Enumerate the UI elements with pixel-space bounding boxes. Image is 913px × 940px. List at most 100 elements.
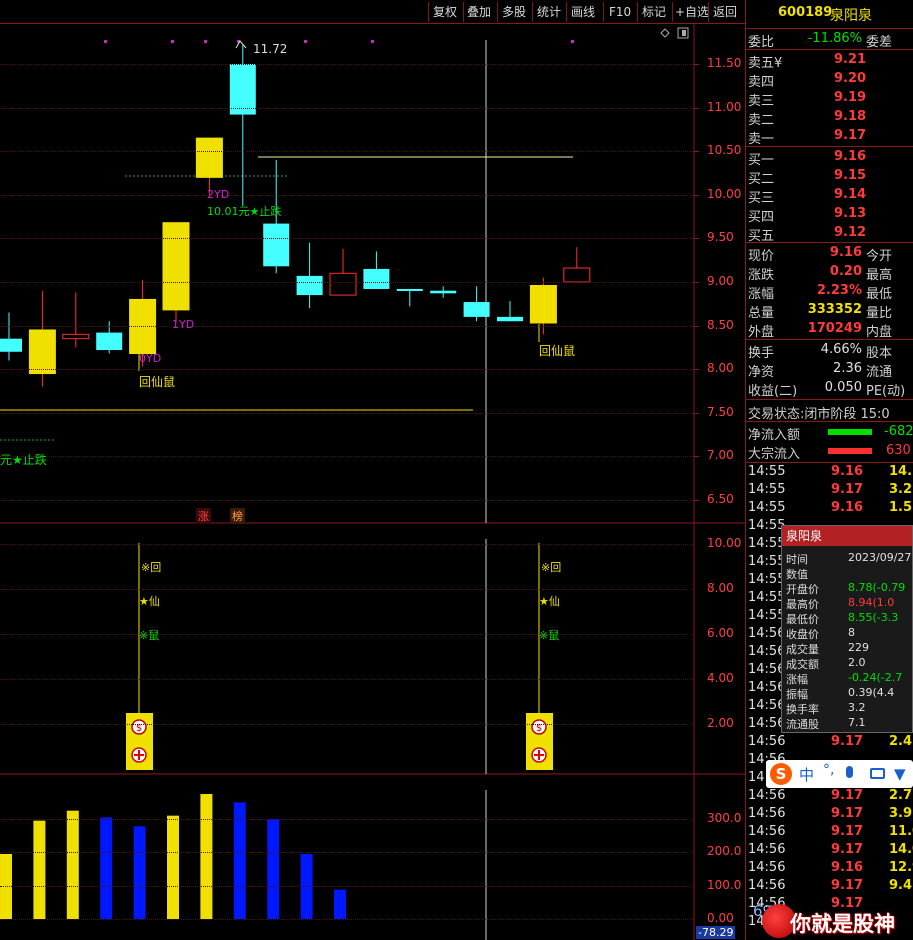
bid-row: 买五 9.12	[746, 224, 913, 244]
quote-value: 9.16	[829, 245, 862, 260]
add-watchlist-button[interactable]: +自选	[675, 3, 709, 21]
tick-price: 9.17	[831, 482, 864, 497]
candle[interactable]	[0, 312, 22, 361]
indicator-tick-label: 8.00	[707, 581, 734, 595]
tick-volume: 2.7	[889, 788, 913, 803]
diamond-icon[interactable]	[660, 28, 670, 38]
volume-bar	[133, 826, 146, 919]
candle[interactable]	[363, 251, 390, 289]
draw-line-button[interactable]: 画线	[571, 3, 595, 21]
overlay-button[interactable]: 叠加	[467, 3, 491, 21]
candle[interactable]	[563, 247, 591, 283]
quote-row: 现价 9.16 今开	[746, 244, 913, 264]
volume-bar	[200, 794, 213, 919]
statistics-button[interactable]: 统计	[537, 3, 561, 21]
ask-label: 卖二	[748, 113, 775, 128]
tick-row[interactable]: 14:56 9.17 2.4	[746, 734, 913, 752]
restore-rights-button[interactable]: 复权	[433, 3, 457, 21]
multi-stock-button[interactable]: 多股	[502, 3, 526, 21]
tick-row[interactable]: 14:55 9.16 14.2	[746, 464, 913, 482]
candle[interactable]	[229, 44, 256, 207]
candle[interactable]	[28, 290, 56, 387]
tick-time: 14:56	[748, 698, 786, 713]
f10-button[interactable]: F10	[609, 3, 631, 21]
grid-line	[0, 544, 694, 545]
quote-right-label: 今开	[866, 249, 893, 264]
grid-line	[0, 369, 694, 371]
toolbar-separator	[708, 2, 709, 22]
stat-value: 0.050	[824, 380, 862, 395]
candle[interactable]	[430, 286, 457, 298]
tick-time: 14:56	[748, 734, 786, 749]
block-inflow-bar	[828, 448, 872, 454]
ask-label: 卖五¥	[748, 56, 783, 71]
tick-row[interactable]: 14:56 9.16 12.9	[746, 860, 913, 878]
tick-time: 14:56	[748, 788, 786, 803]
popup-label: 振幅	[786, 688, 808, 701]
tick-time: 14:55	[748, 608, 786, 623]
grid-line	[0, 918, 694, 920]
block-inflow-label: 大宗流入	[748, 447, 801, 462]
indicator-tick-label: 4.00	[707, 671, 734, 685]
popup-label: 时间	[786, 553, 808, 566]
tick-row[interactable]: 14:56 9.17 2.7	[746, 788, 913, 806]
signal-hui-2: ※回	[541, 561, 562, 574]
tick-row[interactable]: 14:56 9.17 11.0	[746, 824, 913, 842]
bid-row: 买三 9.14	[746, 186, 913, 206]
kline-chart-area[interactable]: $ $ 11.50 11.00 10.50 10.00 9.50 9.00 8.50 8.00…	[0, 24, 745, 940]
sogou-logo-icon[interactable]: S	[770, 763, 792, 785]
volume-bar	[267, 819, 280, 919]
back-button[interactable]: 返回	[713, 3, 737, 21]
block-inflow-value: 630	[886, 443, 911, 458]
divider	[746, 399, 913, 400]
price-tick-label: 8.00	[707, 361, 734, 376]
panel-toggle-icon[interactable]	[677, 27, 689, 39]
stat-row: 换手 4.66% 股本	[746, 341, 913, 361]
tick-row[interactable]: 14:55 9.17 3.2	[746, 482, 913, 500]
quote-right-label: 内盘	[866, 325, 893, 340]
stat-label: 换手	[748, 346, 775, 361]
popup-value: 8	[848, 626, 855, 639]
grid-line	[0, 634, 694, 635]
quote-label: 涨幅	[748, 287, 775, 302]
punctuation-icon[interactable]: °,	[823, 762, 834, 778]
candle[interactable]	[62, 292, 90, 348]
price-tick-label: 10.50	[707, 143, 742, 158]
toolbar-separator	[637, 2, 638, 22]
money-signal-box-1[interactable]: $	[126, 713, 153, 770]
candle[interactable]	[195, 137, 223, 195]
indicator-tick-label: 2.00	[707, 716, 734, 730]
weibi-label: 委比	[748, 35, 775, 50]
tick-row[interactable]: 14:56 9.17 14.0	[746, 842, 913, 860]
tick-row[interactable]: 14:56 9.17 9.4	[746, 878, 913, 896]
trade-status-row: 交易状态:闭市阶段 15:0	[746, 402, 913, 422]
tick-time: 14:56	[748, 860, 786, 875]
skin-icon[interactable]: ▼	[894, 765, 906, 783]
grid-line	[0, 852, 694, 854]
money-signal-box-2[interactable]: $	[526, 713, 553, 770]
mark-button[interactable]: 标记	[642, 3, 666, 21]
microphone-icon[interactable]	[846, 766, 853, 778]
tick-row[interactable]: 14:55 9.16 1.5	[746, 500, 913, 518]
candle[interactable]	[396, 288, 423, 307]
ime-mode-button[interactable]: 中	[799, 764, 814, 785]
volume-bar	[167, 815, 179, 919]
kline-chart-svg[interactable]: $ $	[0, 24, 745, 940]
signal-xian-1: ★仙	[139, 595, 160, 608]
tick-row[interactable]: 14:56 9.17 3.9	[746, 806, 913, 824]
popup-label: 开盘价	[786, 583, 819, 596]
keyboard-icon[interactable]	[870, 768, 885, 779]
price-tick-label: 9.00	[707, 274, 734, 288]
candle[interactable]	[497, 301, 523, 322]
net-inflow-row: 净流入额 -682	[746, 423, 913, 443]
ime-toolbar[interactable]: S 中 °, ▼	[766, 760, 913, 788]
price-tick-label: 10.00	[707, 186, 742, 201]
candle[interactable]	[329, 248, 357, 296]
block-inflow-row: 大宗流入 630	[746, 442, 913, 462]
tick-time: 14:56	[748, 644, 786, 659]
candle[interactable]	[296, 242, 323, 309]
grid-line	[0, 412, 694, 414]
ask-row: 卖一 9.17	[746, 127, 913, 147]
quote-right-label: 最高	[866, 268, 893, 283]
tick-time: 14:55	[748, 554, 786, 569]
